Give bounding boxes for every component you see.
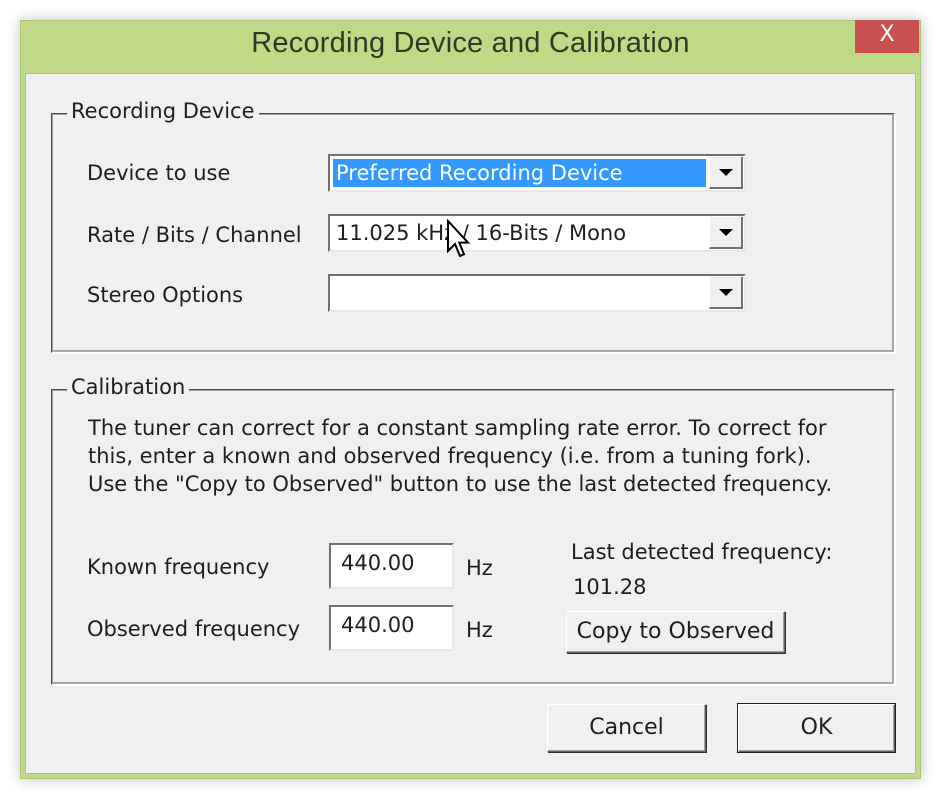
chevron-down-icon [719,289,733,296]
chevron-down-icon [719,169,733,176]
close-button[interactable]: X [855,20,919,53]
stereo-options-label: Stereo Options [87,283,244,307]
stereo-dropdown-button[interactable] [709,277,743,309]
observed-frequency-input[interactable]: 440.00 [329,605,454,651]
known-frequency-label: Known frequency [87,555,270,579]
device-dropdown-button[interactable] [709,157,743,189]
stereo-options-select[interactable] [328,274,746,312]
dialog-client-area: Recording Device Device to use Preferred… [25,73,916,774]
device-to-use-label: Device to use [87,161,231,185]
observed-frequency-label: Observed frequency [87,617,301,641]
known-frequency-input[interactable]: 440.00 [329,543,454,589]
rate-dropdown-button[interactable] [709,217,743,249]
copy-to-observed-button[interactable]: Copy to Observed [566,611,785,653]
recording-device-group-label: Recording Device [67,99,259,123]
dialog-window: Recording Device and Calibration X Recor… [20,20,921,779]
description-line: this, enter a known and observed frequen… [88,444,812,468]
rate-bits-channel-value: 11.025 kHz / 16-Bits / Mono [336,221,627,245]
calibration-group-label: Calibration [67,375,190,399]
known-frequency-unit: Hz [466,556,493,580]
chevron-down-icon [719,229,733,236]
description-line: Use the "Copy to Observed" button to use… [88,472,833,496]
cancel-button[interactable]: Cancel [547,704,706,752]
window-title: Recording Device and Calibration [251,27,690,59]
last-detected-frequency-value: 101.28 [573,575,647,599]
calibration-description: The tuner can correct for a constant sam… [88,414,832,498]
title-bar[interactable]: Recording Device and Calibration X [21,20,920,73]
description-line: The tuner can correct for a constant sam… [88,416,827,440]
device-to-use-select[interactable]: Preferred Recording Device [328,154,746,192]
rate-bits-channel-select[interactable]: 11.025 kHz / 16-Bits / Mono [328,214,746,252]
ok-button[interactable]: OK [737,703,896,753]
device-to-use-value: Preferred Recording Device [333,159,706,187]
observed-frequency-unit: Hz [466,618,493,642]
stereo-options-value [333,279,339,307]
close-icon: X [879,22,895,47]
rate-bits-channel-label: Rate / Bits / Channel [87,223,302,247]
last-detected-frequency-label: Last detected frequency: [571,540,833,564]
